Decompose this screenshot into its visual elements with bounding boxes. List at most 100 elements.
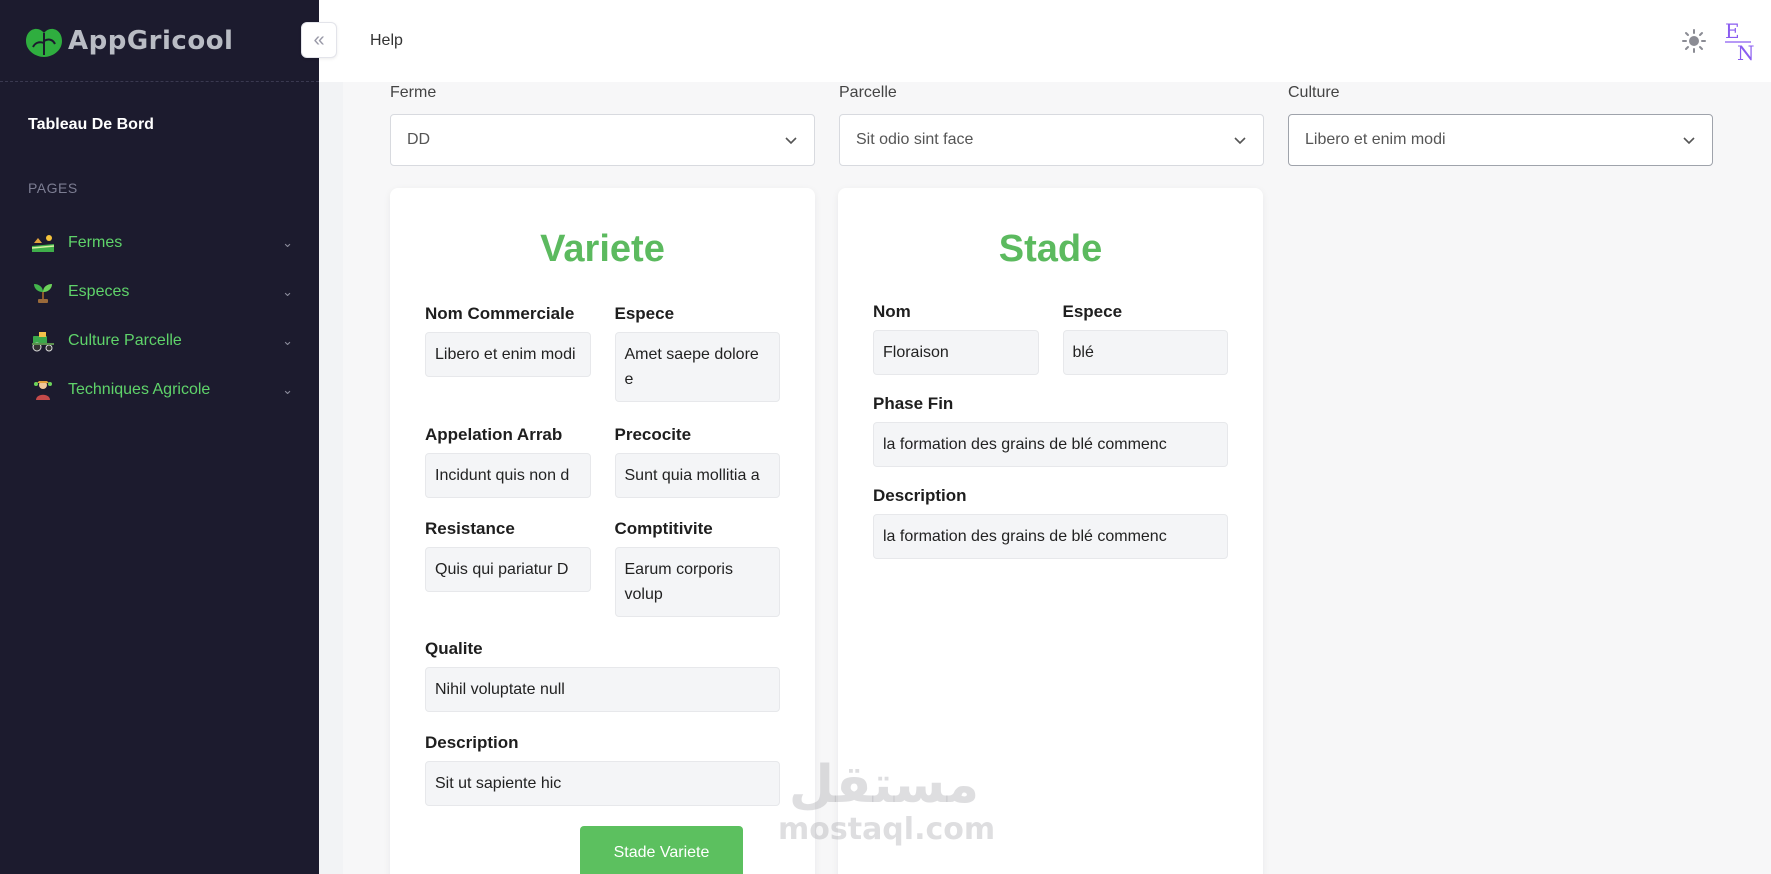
topbar: Help E N <box>319 0 1771 82</box>
brand-logo[interactable]: AppGricool <box>22 23 233 59</box>
chevron-down-icon: ⌄ <box>282 381 293 397</box>
description-field: Description Sit ut sapiente hic <box>425 733 780 806</box>
chevron-down-icon <box>1683 137 1695 145</box>
field-value: la formation des grains de blé commenc <box>873 514 1228 559</box>
field-value: blé <box>1062 330 1228 375</box>
chevron-down-icon: ⌄ <box>282 332 293 348</box>
nom-field: Nom Floraison <box>873 302 1039 375</box>
field-value: Libero et enim modi <box>425 332 591 377</box>
field-value: la formation des grains de blé commenc <box>873 422 1228 467</box>
brand-name: AppGricool <box>68 25 234 56</box>
watermark-latin: mostaql.com <box>778 812 996 847</box>
brand[interactable]: AppGricool <box>0 0 319 82</box>
nom-commerciale-field: Nom Commerciale Libero et enim modi <box>425 304 591 402</box>
field-value: Sit ut sapiente hic <box>425 761 780 806</box>
chevron-down-icon: ⌄ <box>282 283 293 299</box>
variete-fields: Description Sit ut sapiente hic <box>425 733 780 806</box>
stade-variete-button[interactable]: Stade Variete <box>580 826 743 874</box>
parcelle-label: Parcelle <box>839 84 897 101</box>
tractor-icon <box>30 329 56 353</box>
phase-fin-field: Phase Fin la formation des grains de blé… <box>873 394 1228 467</box>
appelation-field: Appelation Arrab Incidunt quis non d <box>425 425 591 498</box>
culture-select[interactable]: Libero et enim modi <box>1288 114 1713 166</box>
field-label: Espece <box>1062 302 1123 321</box>
ferme-select-value: DD <box>407 131 431 148</box>
ferme-select[interactable]: DD <box>390 114 815 166</box>
culture-filter: Culture Libero et enim modi <box>1288 84 1713 166</box>
stade-fields: Nom Floraison Espece blé <box>873 302 1228 375</box>
variete-fields: Nom Commerciale Libero et enim modi Espe… <box>425 304 780 402</box>
watermark-arabic: مستقل <box>788 755 980 815</box>
lang-letter-top: E <box>1725 19 1740 43</box>
description-field: Description la formation des grains de b… <box>873 486 1228 559</box>
field-value: Quis qui pariatur D <box>425 547 591 592</box>
field-value: Nihil voluptate null <box>425 667 780 712</box>
field-label: Phase Fin <box>873 394 954 413</box>
sidebar-nav: Fermes ⌄ Especes ⌄ Culture Parcelle ⌄ Te… <box>0 218 319 414</box>
variete-row: Resistance Quis qui pariatur D Comptitiv… <box>425 519 780 617</box>
sidebar-item-especes[interactable]: Especes ⌄ <box>0 267 319 316</box>
field-label: Nom <box>873 302 911 321</box>
sidebar-collapse-button[interactable]: « <box>301 22 337 58</box>
field-value: Sunt quia mollitia a <box>614 453 780 498</box>
sidebar-item-label: Especes <box>68 282 130 300</box>
espece-field: Espece Amet saepe dolore e <box>614 304 780 402</box>
sidebar-item-culture-parcelle[interactable]: Culture Parcelle ⌄ <box>0 316 319 365</box>
double-chevron-left-icon: « <box>313 28 325 51</box>
help-link[interactable]: Help <box>370 32 403 50</box>
sidebar-item-label: Fermes <box>68 233 123 251</box>
field-label: Espece <box>614 304 675 323</box>
field-label: Precocite <box>614 425 692 444</box>
variete-row: Appelation Arrab Incidunt quis non d Pre… <box>425 425 780 498</box>
ferme-label: Ferme <box>390 84 437 101</box>
sidebar-item-label: Culture Parcelle <box>68 331 182 349</box>
culture-label: Culture <box>1288 84 1340 101</box>
parcelle-select[interactable]: Sit odio sint face <box>839 114 1264 166</box>
chevron-down-icon <box>1234 137 1246 145</box>
ferme-filter: Ferme DD <box>390 84 815 166</box>
sidebar-section-label: PAGES <box>28 180 78 196</box>
stade-title: Stade <box>998 228 1103 270</box>
variete-fields: Qualite Nihil voluptate null <box>425 639 780 712</box>
field-label: Nom Commerciale <box>425 304 575 323</box>
variete-row: Nom Commerciale Libero et enim modi Espe… <box>425 304 780 402</box>
sidebar-item-label: Techniques Agricole <box>68 380 211 398</box>
sidebar-item-techniques-agricole[interactable]: Techniques Agricole ⌄ <box>0 365 319 414</box>
field-label: Description <box>873 486 967 505</box>
field-value: Earum corporis volup <box>614 547 780 617</box>
leaf-logo-icon <box>26 28 62 57</box>
culture-select-value: Libero et enim modi <box>1305 131 1446 148</box>
farm-icon <box>30 231 56 255</box>
farmer-icon <box>30 378 56 402</box>
sidebar-dashboard-link[interactable]: Tableau De Bord <box>0 82 319 134</box>
stade-row: Nom Floraison Espece blé <box>873 302 1228 375</box>
field-label: Appelation Arrab <box>425 425 563 444</box>
parcelle-select-value: Sit odio sint face <box>856 131 974 148</box>
chevron-down-icon: ⌄ <box>282 234 293 250</box>
field-value: Floraison <box>873 330 1039 375</box>
variete-fields: Resistance Quis qui pariatur D Comptitiv… <box>425 519 780 617</box>
comptitivite-field: Comptitivite Earum corporis volup <box>614 519 780 617</box>
chevron-down-icon <box>785 137 797 145</box>
stade-fields: Phase Fin la formation des grains de blé… <box>873 394 1228 467</box>
parcelle-filter: Parcelle Sit odio sint face <box>839 84 1264 166</box>
language-switch-icon[interactable]: E N <box>1721 18 1761 65</box>
filters: Ferme DD Parcelle Sit odio sint face Cul… <box>390 84 1713 166</box>
precocite-field: Precocite Sunt quia mollitia a <box>614 425 780 498</box>
main-content: Ferme DD Parcelle Sit odio sint face Cul… <box>343 82 1771 874</box>
stade-fields: Description la formation des grains de b… <box>873 486 1228 559</box>
watermark: مستقل mostaql.com <box>778 755 996 847</box>
espece-field: Espece blé <box>1062 302 1228 375</box>
field-label: Resistance <box>425 519 515 538</box>
variete-card: Variete Nom Commerciale Libero et enim m… <box>390 188 815 874</box>
field-label: Qualite <box>425 639 483 658</box>
sprout-icon <box>30 280 56 304</box>
field-value: Amet saepe dolore e <box>614 332 780 402</box>
qualite-field: Qualite Nihil voluptate null <box>425 639 780 712</box>
sidebar-item-fermes[interactable]: Fermes ⌄ <box>0 218 319 267</box>
sidebar: AppGricool Tableau De Bord PAGES Fermes … <box>0 0 319 874</box>
field-label: Description <box>425 733 519 752</box>
resistance-field: Resistance Quis qui pariatur D <box>425 519 591 617</box>
sun-icon[interactable] <box>1681 28 1707 54</box>
lang-letter-bottom: N <box>1737 41 1755 62</box>
